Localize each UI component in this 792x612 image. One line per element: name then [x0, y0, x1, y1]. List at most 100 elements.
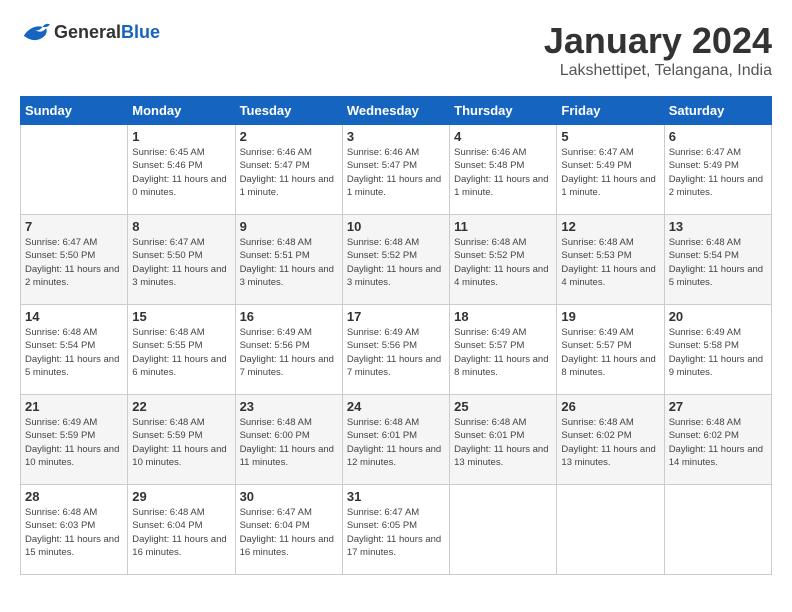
day-info: Sunrise: 6:47 AMSunset: 5:49 PMDaylight:…	[669, 146, 767, 199]
day-number: 6	[669, 129, 767, 144]
calendar-week-row: 28Sunrise: 6:48 AMSunset: 6:03 PMDayligh…	[21, 485, 772, 575]
calendar-header-row: SundayMondayTuesdayWednesdayThursdayFrid…	[21, 97, 772, 125]
calendar-week-row: 7 Sunrise: 6:47 AMSunset: 5:50 PMDaylight…	[21, 215, 772, 305]
calendar-day-cell: 27 Sunrise: 6:48 AMSunset: 6:02 PMDayligh…	[664, 395, 771, 485]
day-info: Sunrise: 6:48 AMSunset: 6:01 PMDaylight:…	[454, 416, 552, 469]
day-info: Sunrise: 6:49 AMSunset: 5:57 PMDaylight:…	[561, 326, 659, 379]
weekday-header: Friday	[557, 97, 664, 125]
day-number: 13	[669, 219, 767, 234]
day-info: Sunrise: 6:48 AMSunset: 5:54 PMDaylight:…	[25, 326, 123, 379]
title-area: January 2024 Lakshettipet, Telangana, In…	[544, 20, 772, 80]
calendar-day-cell: 7 Sunrise: 6:47 AMSunset: 5:50 PMDaylight…	[21, 215, 128, 305]
day-number: 28	[25, 489, 123, 504]
logo: GeneralBlue	[20, 20, 160, 44]
day-info: Sunrise: 6:49 AMSunset: 5:56 PMDaylight:…	[240, 326, 338, 379]
day-info: Sunrise: 6:47 AMSunset: 6:05 PMDaylight:…	[347, 506, 445, 559]
day-number: 17	[347, 309, 445, 324]
day-info: Sunrise: 6:45 AMSunset: 5:46 PMDaylight:…	[132, 146, 230, 199]
day-number: 1	[132, 129, 230, 144]
calendar-day-cell: 17 Sunrise: 6:49 AMSunset: 5:56 PMDayligh…	[342, 305, 449, 395]
day-number: 9	[240, 219, 338, 234]
day-info: Sunrise: 6:48 AMSunset: 6:02 PMDaylight:…	[561, 416, 659, 469]
day-number: 16	[240, 309, 338, 324]
calendar-day-cell: 9 Sunrise: 6:48 AMSunset: 5:51 PMDaylight…	[235, 215, 342, 305]
day-number: 25	[454, 399, 552, 414]
calendar-day-cell	[557, 485, 664, 575]
day-info: Sunrise: 6:48 AMSunset: 5:51 PMDaylight:…	[240, 236, 338, 289]
logo-general: General	[54, 22, 121, 42]
calendar-day-cell: 25 Sunrise: 6:48 AMSunset: 6:01 PMDayligh…	[450, 395, 557, 485]
day-info: Sunrise: 6:49 AMSunset: 5:58 PMDaylight:…	[669, 326, 767, 379]
day-number: 2	[240, 129, 338, 144]
day-number: 14	[25, 309, 123, 324]
day-number: 31	[347, 489, 445, 504]
day-info: Sunrise: 6:48 AMSunset: 5:59 PMDaylight:…	[132, 416, 230, 469]
day-info: Sunrise: 6:46 AMSunset: 5:47 PMDaylight:…	[347, 146, 445, 199]
calendar-week-row: 1 Sunrise: 6:45 AMSunset: 5:46 PMDaylight…	[21, 125, 772, 215]
day-number: 21	[25, 399, 123, 414]
day-info: Sunrise: 6:48 AMSunset: 5:52 PMDaylight:…	[454, 236, 552, 289]
calendar-day-cell	[450, 485, 557, 575]
day-info: Sunrise: 6:48 AMSunset: 6:04 PMDaylight:…	[132, 506, 230, 559]
day-number: 23	[240, 399, 338, 414]
logo-text: GeneralBlue	[54, 22, 160, 43]
header: GeneralBlue January 2024 Lakshettipet, T…	[20, 20, 772, 80]
calendar-week-row: 21 Sunrise: 6:49 AMSunset: 5:59 PMDayligh…	[21, 395, 772, 485]
calendar-day-cell: 15Sunrise: 6:48 AMSunset: 5:55 PMDayligh…	[128, 305, 235, 395]
day-info: Sunrise: 6:47 AMSunset: 5:50 PMDaylight:…	[25, 236, 123, 289]
weekday-header: Sunday	[21, 97, 128, 125]
day-number: 8	[132, 219, 230, 234]
calendar-day-cell	[664, 485, 771, 575]
day-number: 22	[132, 399, 230, 414]
day-info: Sunrise: 6:48 AMSunset: 5:52 PMDaylight:…	[347, 236, 445, 289]
calendar-day-cell: 19 Sunrise: 6:49 AMSunset: 5:57 PMDayligh…	[557, 305, 664, 395]
day-number: 26	[561, 399, 659, 414]
calendar-day-cell: 28Sunrise: 6:48 AMSunset: 6:03 PMDayligh…	[21, 485, 128, 575]
calendar-day-cell	[21, 125, 128, 215]
day-info: Sunrise: 6:48 AMSunset: 6:01 PMDaylight:…	[347, 416, 445, 469]
day-number: 4	[454, 129, 552, 144]
weekday-header: Thursday	[450, 97, 557, 125]
calendar-day-cell: 11 Sunrise: 6:48 AMSunset: 5:52 PMDayligh…	[450, 215, 557, 305]
calendar-day-cell: 16 Sunrise: 6:49 AMSunset: 5:56 PMDayligh…	[235, 305, 342, 395]
calendar-day-cell: 3 Sunrise: 6:46 AMSunset: 5:47 PMDaylight…	[342, 125, 449, 215]
calendar-day-cell: 10Sunrise: 6:48 AMSunset: 5:52 PMDayligh…	[342, 215, 449, 305]
day-number: 11	[454, 219, 552, 234]
day-info: Sunrise: 6:49 AMSunset: 5:59 PMDaylight:…	[25, 416, 123, 469]
calendar-day-cell: 31 Sunrise: 6:47 AMSunset: 6:05 PMDayligh…	[342, 485, 449, 575]
day-info: Sunrise: 6:48 AMSunset: 6:02 PMDaylight:…	[669, 416, 767, 469]
day-number: 15	[132, 309, 230, 324]
day-number: 20	[669, 309, 767, 324]
logo-blue: Blue	[121, 22, 160, 42]
calendar-day-cell: 29Sunrise: 6:48 AMSunset: 6:04 PMDayligh…	[128, 485, 235, 575]
day-number: 30	[240, 489, 338, 504]
day-info: Sunrise: 6:46 AMSunset: 5:48 PMDaylight:…	[454, 146, 552, 199]
weekday-header: Tuesday	[235, 97, 342, 125]
day-info: Sunrise: 6:48 AMSunset: 5:53 PMDaylight:…	[561, 236, 659, 289]
calendar-day-cell: 22 Sunrise: 6:48 AMSunset: 5:59 PMDayligh…	[128, 395, 235, 485]
calendar-day-cell: 26 Sunrise: 6:48 AMSunset: 6:02 PMDayligh…	[557, 395, 664, 485]
day-number: 19	[561, 309, 659, 324]
calendar-day-cell: 4 Sunrise: 6:46 AMSunset: 5:48 PMDaylight…	[450, 125, 557, 215]
day-number: 18	[454, 309, 552, 324]
calendar-day-cell: 14 Sunrise: 6:48 AMSunset: 5:54 PMDayligh…	[21, 305, 128, 395]
day-number: 7	[25, 219, 123, 234]
calendar-day-cell: 1 Sunrise: 6:45 AMSunset: 5:46 PMDaylight…	[128, 125, 235, 215]
day-number: 27	[669, 399, 767, 414]
day-number: 3	[347, 129, 445, 144]
calendar-day-cell: 2 Sunrise: 6:46 AMSunset: 5:47 PMDaylight…	[235, 125, 342, 215]
day-number: 24	[347, 399, 445, 414]
calendar-day-cell: 23Sunrise: 6:48 AMSunset: 6:00 PMDayligh…	[235, 395, 342, 485]
day-info: Sunrise: 6:47 AMSunset: 5:49 PMDaylight:…	[561, 146, 659, 199]
calendar-week-row: 14 Sunrise: 6:48 AMSunset: 5:54 PMDayligh…	[21, 305, 772, 395]
day-info: Sunrise: 6:49 AMSunset: 5:56 PMDaylight:…	[347, 326, 445, 379]
day-info: Sunrise: 6:46 AMSunset: 5:47 PMDaylight:…	[240, 146, 338, 199]
subtitle: Lakshettipet, Telangana, India	[544, 62, 772, 80]
day-info: Sunrise: 6:47 AMSunset: 5:50 PMDaylight:…	[132, 236, 230, 289]
calendar-day-cell: 8 Sunrise: 6:47 AMSunset: 5:50 PMDaylight…	[128, 215, 235, 305]
calendar-day-cell: 18Sunrise: 6:49 AMSunset: 5:57 PMDayligh…	[450, 305, 557, 395]
calendar-day-cell: 13Sunrise: 6:48 AMSunset: 5:54 PMDayligh…	[664, 215, 771, 305]
day-number: 12	[561, 219, 659, 234]
weekday-header: Monday	[128, 97, 235, 125]
weekday-header: Wednesday	[342, 97, 449, 125]
